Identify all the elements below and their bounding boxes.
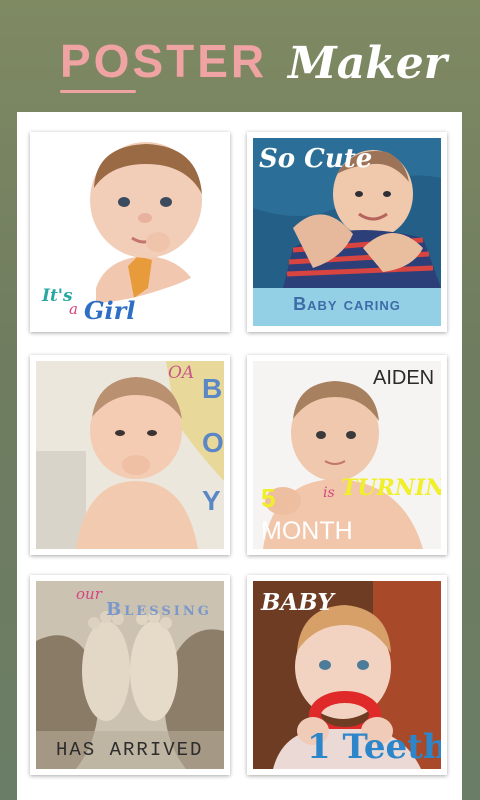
app-title-maker: Maker xyxy=(288,38,447,89)
text-age: 5 xyxy=(261,483,276,513)
poster-photo: So Cute Baby caring xyxy=(253,138,441,326)
poster-card-so-cute[interactable]: So Cute Baby caring xyxy=(247,132,447,332)
text-has-arrived: HAS ARRIVED xyxy=(56,739,204,761)
text-baby: BABY xyxy=(261,589,334,616)
text-o: O xyxy=(202,427,224,458)
poster-card-oh-a-boy[interactable]: OA B O Y xyxy=(30,355,230,555)
text-is: is xyxy=(323,485,335,501)
app-title-poster: POSTER xyxy=(60,35,268,87)
poster-photo: BABY 1 Teeth xyxy=(253,581,441,769)
text-b: B xyxy=(202,373,223,404)
text-so-cute: So Cute xyxy=(259,144,373,174)
poster-photo: AIDEN 5 is TURNING MONTH xyxy=(253,361,441,549)
poster-card-blessing[interactable]: our Blessing HAS ARRIVED xyxy=(30,575,230,775)
poster-photo: OA B O Y xyxy=(36,361,224,549)
text-our: our xyxy=(76,585,102,603)
baby-boy-photo xyxy=(36,361,224,549)
text-1-teeth: 1 Teeth xyxy=(307,727,441,767)
text-blessing: Blessing xyxy=(106,599,212,620)
poster-photo: our Blessing HAS ARRIVED xyxy=(36,581,224,769)
text-girl: Girl xyxy=(84,296,136,325)
text-y: Y xyxy=(202,485,221,516)
text-a: a xyxy=(69,300,78,318)
text-oa: OA xyxy=(168,363,195,383)
text-aiden: AIDEN xyxy=(373,367,435,389)
poster-gallery: It's a Girl So Cute Baby caring OA B O Y… xyxy=(17,112,462,800)
app-header: POSTER Maker xyxy=(0,0,480,112)
banner-baby-caring: Baby caring xyxy=(293,294,401,314)
poster-card-its-a-girl[interactable]: It's a Girl xyxy=(30,132,230,332)
text-turning: TURNING xyxy=(341,475,441,501)
poster-photo: It's a Girl xyxy=(36,138,224,326)
poster-card-teeth[interactable]: BABY 1 Teeth xyxy=(247,575,447,775)
title-underline xyxy=(60,90,136,93)
poster-card-aiden[interactable]: AIDEN 5 is TURNING MONTH xyxy=(247,355,447,555)
text-its: It's xyxy=(42,286,73,306)
text-month: MONTH xyxy=(261,517,353,545)
